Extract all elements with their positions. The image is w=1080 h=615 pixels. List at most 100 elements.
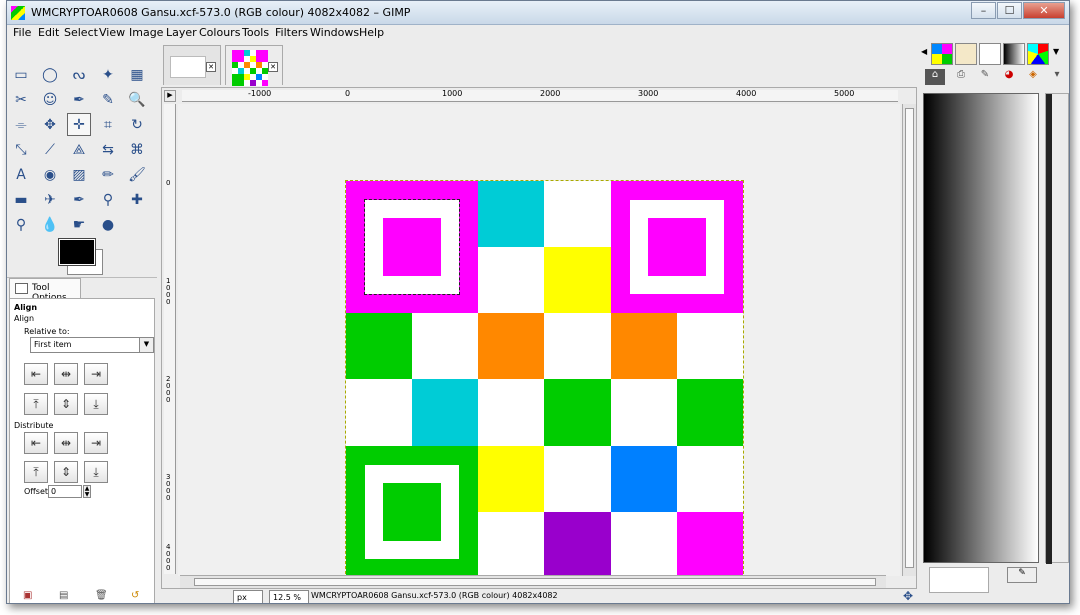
zoom-icon[interactable]: 🔍 — [125, 88, 149, 111]
close-button[interactable]: ✕ — [1023, 2, 1065, 19]
relative-to-select[interactable]: First item ▼ — [30, 337, 154, 353]
blur-icon[interactable]: 💧 — [38, 213, 62, 236]
distribute-middle-button[interactable]: ⇕ — [54, 461, 78, 483]
brush-dock-icon[interactable]: ✎ — [975, 69, 995, 85]
colour-picker-icon[interactable]: ✎ — [96, 88, 120, 111]
reset-preset-icon[interactable]: ↺ — [131, 590, 139, 601]
tab-tool-presets[interactable] — [979, 43, 1001, 65]
menu-file[interactable]: File — [13, 26, 31, 39]
tab-brushes[interactable] — [955, 43, 977, 65]
tab-patterns[interactable] — [931, 43, 953, 65]
close-icon[interactable]: ✕ — [268, 62, 278, 72]
menu-layer[interactable]: Layer — [166, 26, 197, 39]
airbrush-icon[interactable]: ✈ — [38, 188, 62, 211]
menu-windows[interactable]: Windows — [310, 26, 359, 39]
image-canvas[interactable] — [345, 180, 744, 579]
title-bar[interactable]: WMCRYPTOAR0608 Gansu.xcf-573.0 (RGB colo… — [7, 1, 1069, 25]
pencil-icon[interactable]: ✏ — [96, 163, 120, 186]
menu-edit[interactable]: Edit — [38, 26, 59, 39]
vertical-ruler[interactable]: 0 1000 2000 3000 4000 — [164, 104, 176, 574]
device-status-icon[interactable]: ⌂ — [925, 69, 945, 85]
paths-icon[interactable]: ✒ — [67, 88, 91, 111]
menu-help[interactable]: Help — [359, 26, 384, 39]
delete-preset-icon[interactable]: 🗑 — [95, 590, 108, 601]
align-center-button[interactable]: ⇹ — [54, 363, 78, 385]
distribute-center-button[interactable]: ⇹ — [54, 432, 78, 454]
canvas-viewport[interactable] — [178, 104, 900, 579]
offset-spin-button[interactable]: ▲ ▼ — [83, 485, 91, 498]
foreground-select-icon[interactable]: ☺ — [38, 88, 62, 111]
vertical-scrollbar[interactable] — [902, 104, 916, 576]
printer-icon[interactable]: ⎙ — [951, 69, 971, 85]
align-middle-button[interactable]: ⇕ — [54, 393, 78, 415]
dodge-burn-icon[interactable]: ● — [96, 213, 120, 236]
perspective-clone-icon[interactable]: ⚲ — [9, 213, 33, 236]
minimize-button[interactable]: – — [971, 2, 996, 19]
fg-bg-colours[interactable] — [58, 238, 103, 275]
distribute-left-button[interactable]: ⇤ — [24, 432, 48, 454]
flip-icon[interactable]: ⇆ — [96, 138, 120, 161]
free-select-icon[interactable]: ᔓ — [67, 63, 91, 86]
distribute-right-button[interactable]: ⇥ — [84, 432, 108, 454]
distribute-bottom-button[interactable]: ⤓ — [84, 461, 108, 483]
text-icon[interactable]: A — [9, 163, 33, 186]
smudge-icon[interactable]: ☛ — [67, 213, 91, 236]
crop-icon[interactable]: ⌗ — [96, 113, 120, 136]
menu-view[interactable]: View — [99, 26, 125, 39]
distribute-top-button[interactable]: ⤒ — [24, 461, 48, 483]
by-colour-select-icon[interactable]: ▦ — [125, 63, 149, 86]
menu-tools[interactable]: Tools — [242, 26, 269, 39]
image-tab-empty[interactable]: ✕ — [163, 45, 221, 85]
align-top-button[interactable]: ⤒ — [24, 393, 48, 415]
edit-icon[interactable]: ✎ — [1007, 567, 1037, 583]
blend-icon[interactable]: ▨ — [67, 163, 91, 186]
measure-icon[interactable]: ⌯ — [9, 113, 33, 136]
offset-input[interactable]: 0 — [48, 485, 82, 498]
dock-preview[interactable] — [929, 567, 989, 593]
horizontal-scroll-thumb[interactable] — [194, 578, 876, 586]
align-left-button[interactable]: ⇤ — [24, 363, 48, 385]
scale-icon[interactable]: ⤡ — [9, 138, 33, 161]
dock-config-icon[interactable]: ▼ — [1053, 47, 1059, 56]
menu-filters[interactable]: Filters — [275, 26, 308, 39]
fuzzy-select-icon[interactable]: ✦ — [96, 63, 120, 86]
gradient-preview[interactable] — [923, 93, 1039, 563]
restore-preset-icon[interactable]: ▤ — [59, 590, 68, 601]
ellipse-select-icon[interactable]: ◯ — [38, 63, 62, 86]
align-right-button[interactable]: ⇥ — [84, 363, 108, 385]
tab-gradients[interactable] — [1003, 43, 1025, 65]
tab-palettes[interactable] — [1027, 43, 1049, 65]
bucket-fill-icon[interactable]: ◉ — [38, 163, 62, 186]
ink-icon[interactable]: ✒ — [67, 188, 91, 211]
maximize-button[interactable]: ☐ — [997, 2, 1022, 19]
perspective-icon[interactable]: ⟁ — [67, 138, 91, 161]
cage-transform-icon[interactable]: ⌘ — [125, 138, 149, 161]
rotate-icon[interactable]: ↻ — [125, 113, 149, 136]
palette-dock-icon[interactable]: ◈ — [1023, 69, 1043, 85]
foreground-colour[interactable] — [58, 238, 96, 266]
image-tab-qr[interactable]: ✕ — [225, 45, 283, 86]
align-bottom-button[interactable]: ⤓ — [84, 393, 108, 415]
unit-select[interactable]: px — [233, 590, 263, 603]
zoom-select[interactable]: 12.5 % — [269, 590, 309, 603]
menu-select[interactable]: Select — [64, 26, 98, 39]
vertical-scroll-thumb[interactable] — [905, 108, 914, 568]
paintbrush-icon[interactable]: 🖌 — [125, 163, 149, 186]
colours-dock-icon[interactable]: ◕ — [999, 69, 1019, 85]
rect-select-icon[interactable]: ▭ — [9, 63, 33, 86]
horizontal-scrollbar[interactable] — [180, 575, 886, 588]
clone-icon[interactable]: ⚲ — [96, 188, 120, 211]
menu-arrow-icon[interactable]: ▶ — [164, 90, 176, 102]
menu-image[interactable]: Image — [129, 26, 163, 39]
eraser-icon[interactable]: ▬ — [9, 188, 33, 211]
heal-icon[interactable]: ✚ — [125, 188, 149, 211]
save-preset-icon[interactable]: ▣ — [23, 590, 32, 601]
tab-tool-options[interactable]: Tool Options — [9, 278, 81, 303]
align-icon[interactable]: ✛ — [67, 113, 91, 136]
close-icon[interactable]: ✕ — [206, 62, 216, 72]
chevron-down-icon[interactable]: ▾ — [1047, 69, 1067, 85]
scissors-select-icon[interactable]: ✂ — [9, 88, 33, 111]
shear-icon[interactable]: ⟋ — [38, 138, 62, 161]
menu-colours[interactable]: Colours — [199, 26, 240, 39]
dock-menu-icon[interactable]: ◀ — [921, 47, 927, 56]
